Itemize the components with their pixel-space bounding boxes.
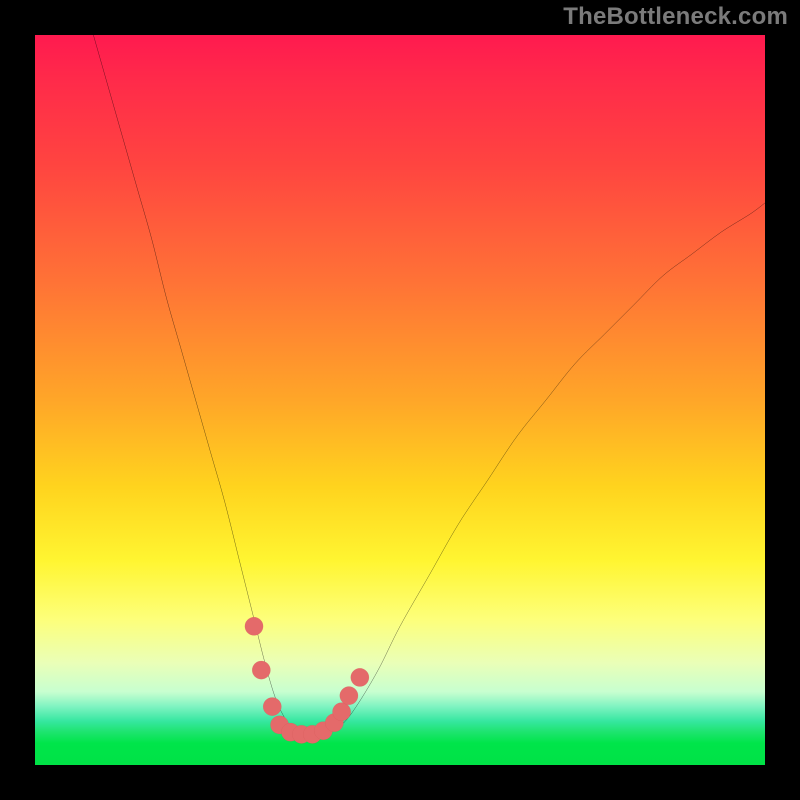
curve-marker (263, 697, 281, 715)
curve-marker (252, 661, 270, 679)
curve-marker (340, 687, 358, 705)
curve-marker (351, 668, 369, 686)
watermark-text: TheBottleneck.com (563, 3, 788, 31)
curve-marker (332, 703, 350, 721)
chart-frame: TheBottleneck.com (0, 0, 800, 800)
plot-area (35, 35, 765, 765)
curve-svg (35, 35, 765, 765)
bottleneck-curve (93, 35, 765, 736)
curve-marker (245, 617, 263, 635)
curve-markers (245, 617, 369, 743)
